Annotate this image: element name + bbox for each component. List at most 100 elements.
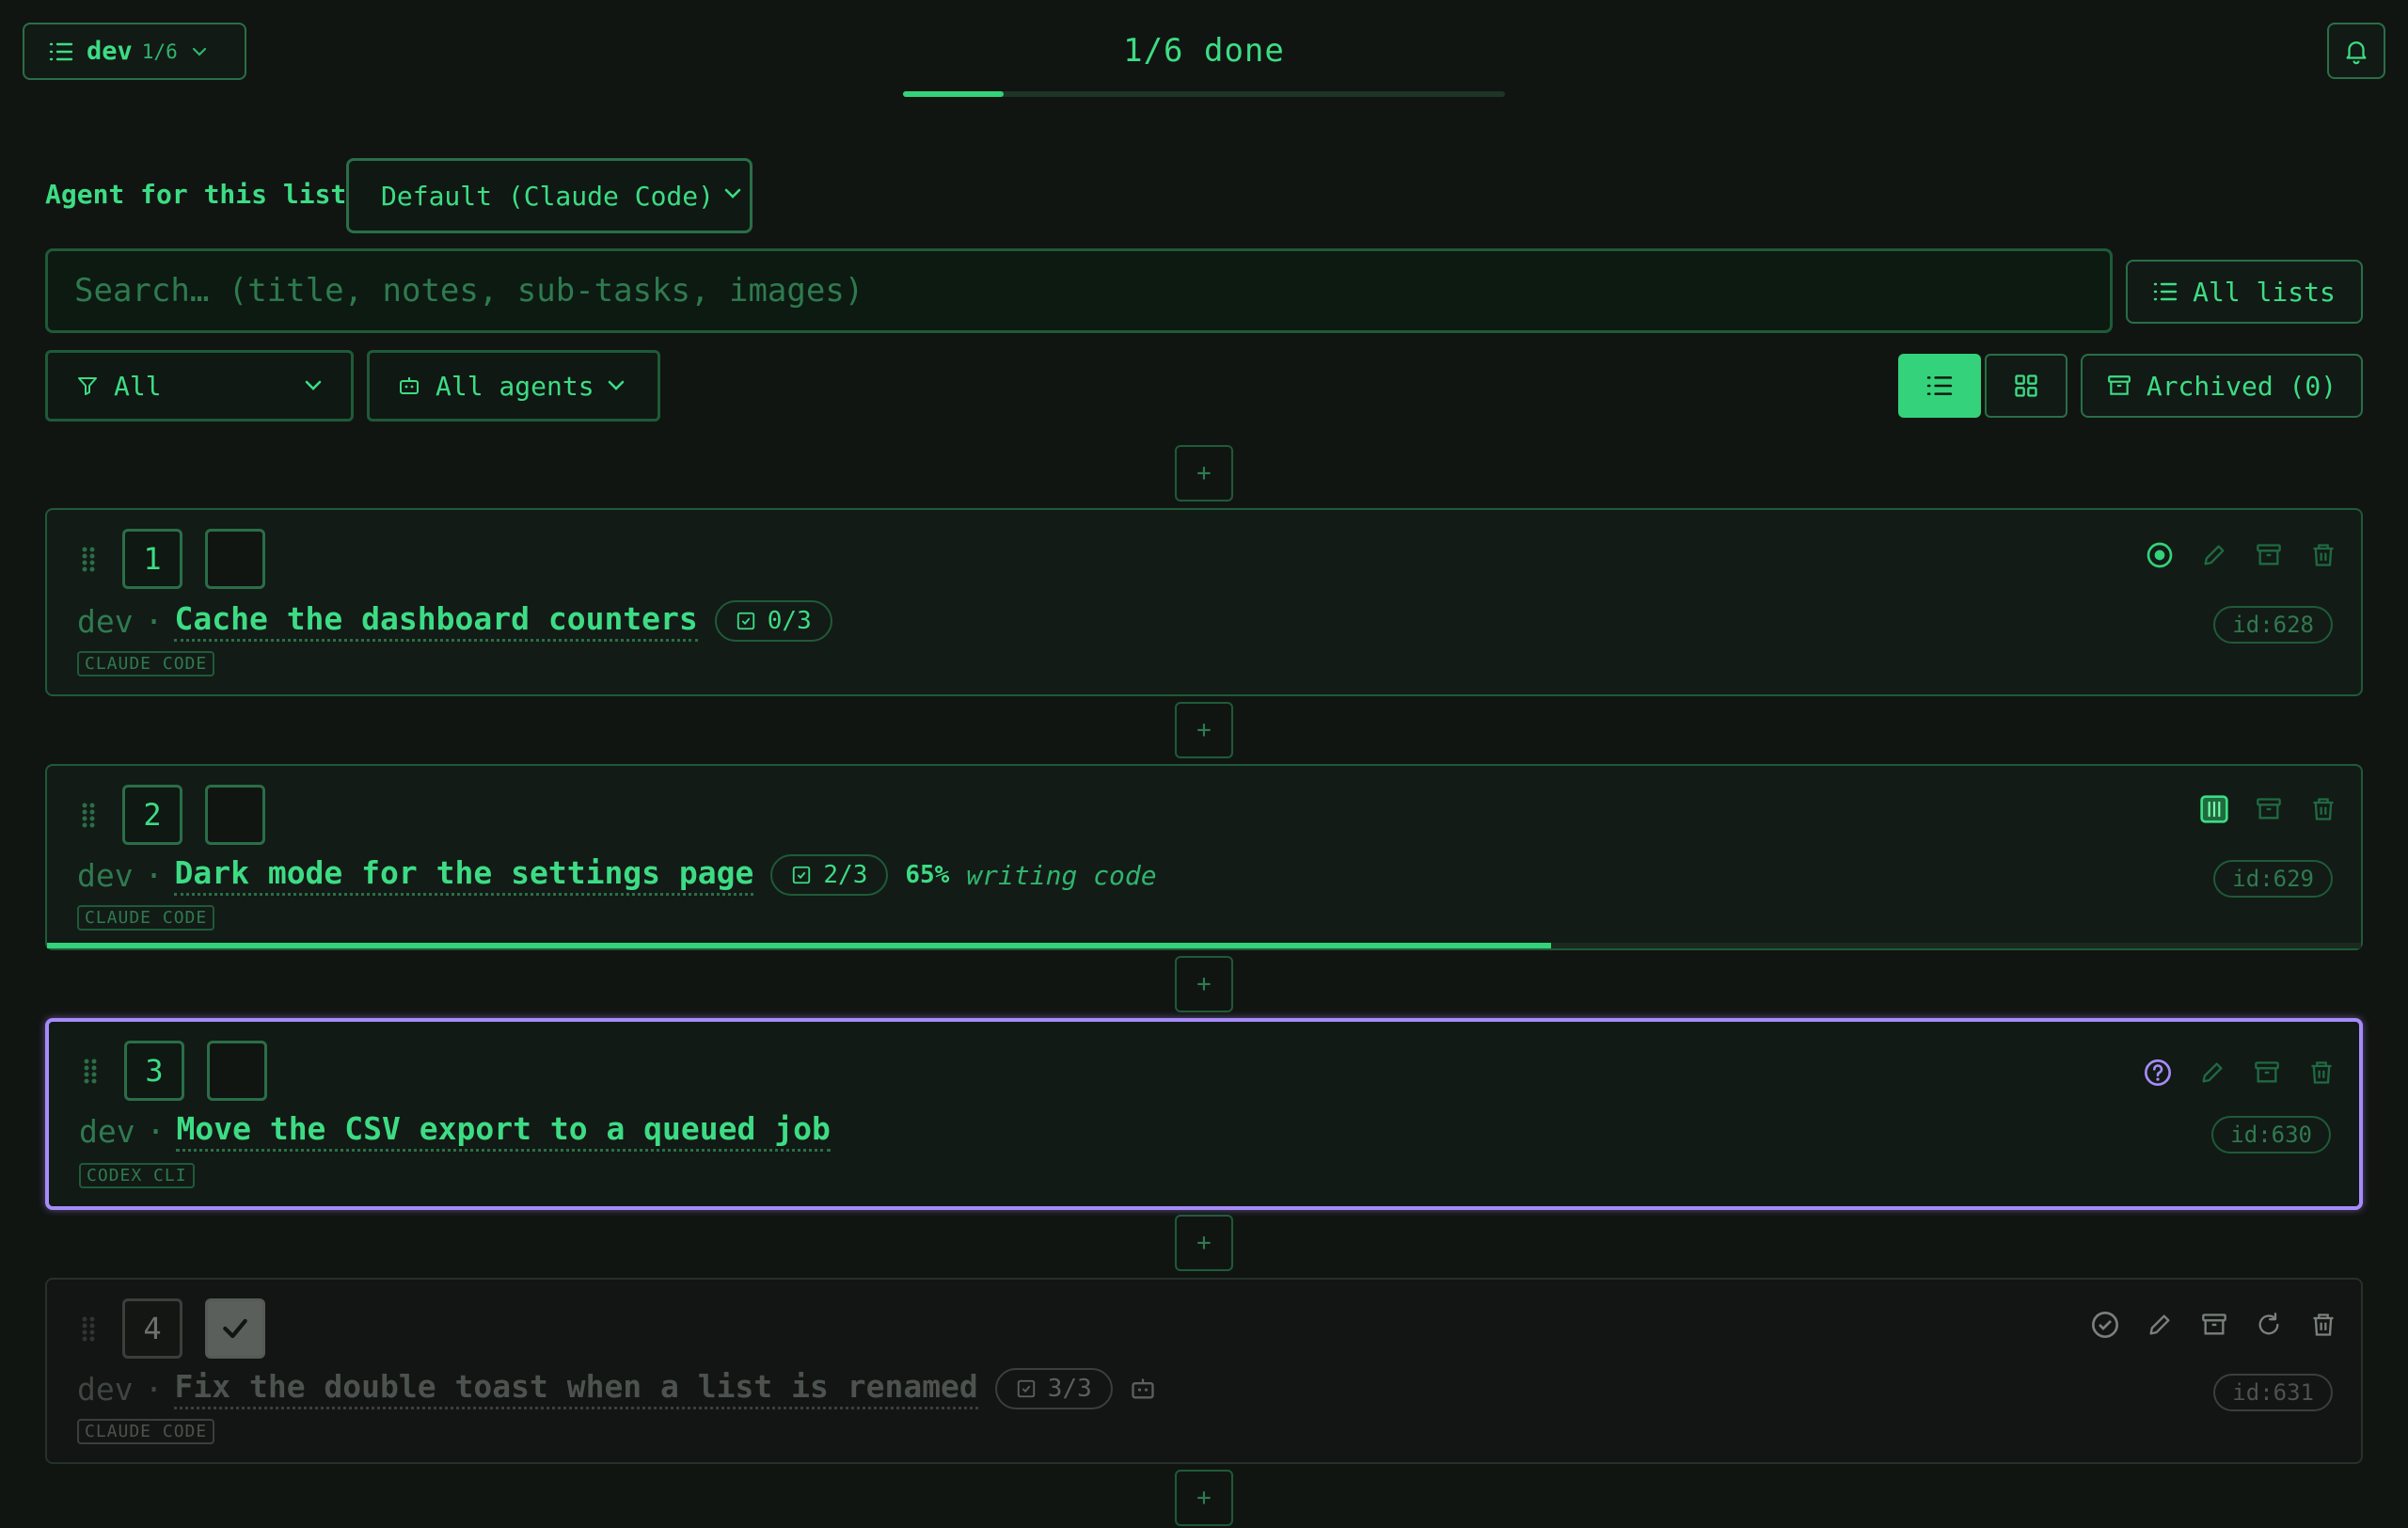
checkbox-icon [736,611,756,631]
chevron-down-icon [191,46,208,57]
list-view-button[interactable] [1898,354,1981,418]
agent-tag: CLAUDE CODE [77,905,215,931]
notifications-button[interactable] [2327,23,2385,79]
task-number: 4 [122,1298,182,1359]
task-list-prefix: dev [77,856,134,894]
task-checkbox-checked[interactable] [205,1298,265,1359]
done-summary: 1/6 done [1123,32,1285,70]
task-actions [2143,1058,2337,1088]
status-filter-select[interactable]: All [45,350,354,422]
search-input[interactable]: Search… (title, notes, sub-tasks, images… [45,248,2113,333]
task-separator: · [144,1370,164,1408]
task-actions [2145,540,2338,570]
trash-icon[interactable] [2308,794,2338,824]
task-title[interactable]: Cache the dashboard counters [174,600,698,642]
task-list-prefix: dev [79,1112,135,1150]
edit-pencil-icon[interactable] [2199,540,2229,570]
overall-progress-bar [903,91,1505,97]
refresh-icon[interactable] [2254,1310,2284,1340]
task-id-badge: id:631 [2213,1374,2333,1411]
check-icon [220,1313,250,1344]
task-title[interactable]: Move the CSV export to a queued job [176,1110,831,1152]
all-lists-button[interactable]: All lists [2126,260,2363,324]
archived-label: Archived (0) [2146,370,2337,402]
list-switcher-button[interactable]: dev 1/6 [23,23,246,80]
start-task-button[interactable] [2145,540,2175,570]
bell-icon [2342,37,2370,65]
add-task-button[interactable]: + [1175,1470,1233,1526]
archived-button[interactable]: Archived (0) [2081,354,2363,418]
add-task-button[interactable]: + [1175,702,1233,758]
task-card-selected[interactable]: 3 dev · Move the CSV export to a queued … [45,1018,2363,1210]
task-list-prefix: dev [77,602,134,640]
robot-icon [1130,1376,1156,1402]
status-filter-value: All [114,370,162,402]
agent-filter-value: All agents [436,370,594,402]
edit-pencil-icon[interactable] [2197,1058,2227,1088]
check-circle-icon[interactable] [2090,1310,2120,1340]
archive-icon[interactable] [2252,1058,2282,1088]
task-card[interactable]: 1 dev · Cache the dashboard counters 0/3… [45,508,2363,696]
chevron-down-icon [723,187,742,200]
agent-tag: CLAUDE CODE [77,1419,215,1444]
subtask-badge[interactable]: 0/3 [714,600,832,642]
task-checkbox[interactable] [205,785,265,845]
list-icon [1926,374,1953,397]
list-icon [49,41,73,62]
task-checkbox[interactable] [207,1041,267,1101]
agent-label: Agent for this list [45,179,347,210]
trash-icon[interactable] [2308,540,2338,570]
grid-view-button[interactable] [1985,354,2067,418]
task-id-badge: id:630 [2211,1116,2331,1154]
task-title-row: dev · Dark mode for the settings page 2/… [77,854,1157,896]
archive-icon[interactable] [2254,794,2284,824]
edit-pencil-icon[interactable] [2145,1310,2175,1340]
subtask-badge[interactable]: 2/3 [770,854,889,896]
drag-handle-icon[interactable] [83,1058,98,1086]
task-card-done[interactable]: 4 dev · Fix the double toast when a list… [45,1278,2363,1464]
question-icon[interactable] [2143,1058,2173,1088]
task-checkbox[interactable] [205,529,265,589]
search-placeholder: Search… (title, notes, sub-tasks, images… [74,272,864,310]
trash-icon[interactable] [2308,1310,2338,1340]
agent-filter-select[interactable]: All agents [367,350,660,422]
task-status-text: writing code [966,859,1157,891]
task-number: 3 [124,1041,184,1101]
agent-select-value: Default (Claude Code) [381,180,715,212]
task-actions [2199,794,2338,824]
subtask-badge[interactable]: 3/3 [994,1368,1113,1409]
subtask-count: 0/3 [767,607,812,635]
list-count: 1/6 [141,40,178,63]
task-title[interactable]: Dark mode for the settings page [174,854,754,896]
robot-icon [398,374,420,397]
task-actions [2090,1310,2338,1340]
add-task-button[interactable]: + [1175,956,1233,1012]
task-percent: 65% [905,861,950,889]
task-separator: · [146,1112,166,1150]
task-card[interactable]: 2 dev · Dark mode for the settings page … [45,764,2363,950]
task-title-row: dev · Move the CSV export to a queued jo… [79,1110,831,1152]
add-task-button[interactable]: + [1175,445,1233,501]
subtask-count: 2/3 [823,861,868,889]
overall-progress-fill [903,91,1004,97]
task-separator: · [144,602,164,640]
trash-icon[interactable] [2306,1058,2337,1088]
task-title[interactable]: Fix the double toast when a list is rena… [174,1368,978,1409]
drag-handle-icon[interactable] [81,802,96,830]
checkbox-icon [1016,1378,1037,1399]
agent-select[interactable]: Default (Claude Code) [346,158,752,233]
archive-icon[interactable] [2254,540,2284,570]
all-lists-label: All lists [2193,276,2336,308]
agent-tag: CODEX CLI [79,1163,195,1188]
task-progress-fill [47,943,1551,948]
drag-handle-icon[interactable] [81,546,96,574]
archive-icon[interactable] [2199,1310,2229,1340]
task-list-prefix: dev [77,1370,134,1408]
subtask-count: 3/3 [1047,1375,1092,1403]
task-separator: · [144,856,164,894]
running-terminal-icon[interactable] [2199,794,2229,824]
list-name: dev [87,37,133,66]
task-progress-bar [47,943,2361,948]
add-task-button[interactable]: + [1175,1215,1233,1271]
drag-handle-icon[interactable] [81,1315,96,1344]
